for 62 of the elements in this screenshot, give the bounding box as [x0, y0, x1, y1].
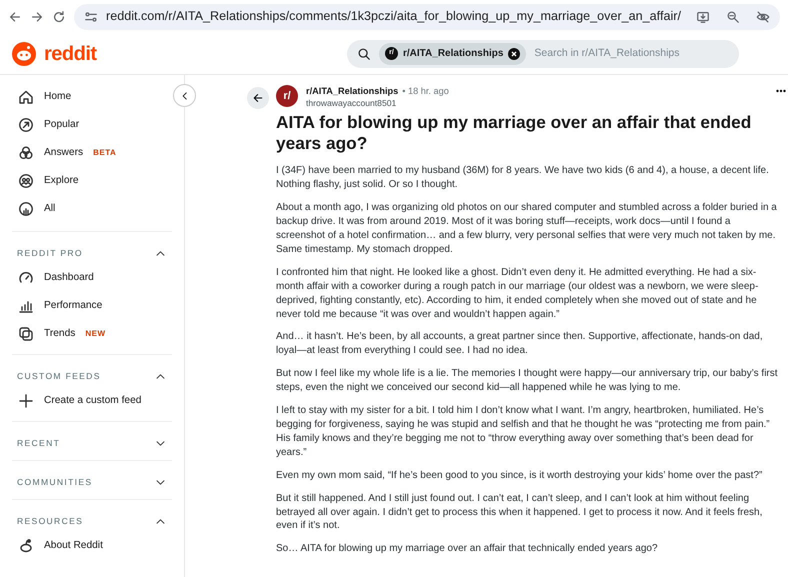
community-avatar[interactable]: r/ [276, 85, 298, 108]
item-label: Answers [44, 146, 84, 160]
chip-label: r/AITA_Relationships [403, 47, 504, 61]
item-label: Trends [44, 327, 76, 342]
sidebar-item[interactable]: Create a custom feed [12, 387, 172, 415]
post-paragraph: I left to stay with my sister for a bit. I told him I don’t know what I want. I’m angry, heartbroken, humiliated. He’s begging for forgiveness, saying he was stupid and selfish and that he thought he was “protecting me from pain.” His family knows and they’re begging me not to “throw everything away over something that’s been dead for years.” [276, 404, 771, 460]
back-icon[interactable] [8, 10, 22, 24]
sidebar-item[interactable]: Home [12, 83, 172, 111]
sidebar-item[interactable]: Explore [12, 167, 172, 195]
post-paragraph: And… it hasn’t. He’s been, by all accounts, a great partner since then. Supportive, affectionate, hands-on dad, loyal—at least from everything I could see. I had no idea. [276, 330, 764, 358]
post-paragraph: About a month ago, I was organizing old photos on our shared computer and stumbled across a folder buried in a backup drive. It was from around 2019. Most of it was boring stuff—receipts, work docs—until I found a screenshot of a hotel confirmation… and a few blurry, very personal selfies that were very much not taken by me. Same timestamp. My stomach dropped. [276, 201, 778, 257]
stacked-squares-icon [18, 326, 34, 342]
item-label: Performance [44, 299, 102, 314]
item-label: Dashboard [44, 271, 94, 286]
back-button[interactable] [247, 87, 269, 109]
plus-icon [18, 393, 34, 409]
sidebar-item[interactable]: Performance [12, 292, 172, 320]
install-icon[interactable] [696, 10, 710, 24]
back-arrow-icon [252, 92, 264, 104]
chart-circle-icon [18, 201, 34, 217]
people-circle-icon [18, 173, 34, 189]
item-tag-label: BETA [93, 147, 116, 159]
sidebar-item[interactable]: All [12, 195, 172, 223]
zoom-icon[interactable] [726, 10, 740, 24]
post-title: AITA for blowing up my marriage over an affair that ended years ago? [276, 112, 752, 154]
post-paragraph: So… AITA for blowing up my marriage over an affair that technically ended years ago? [276, 542, 659, 556]
arrow-circle-icon [18, 117, 34, 133]
eye-slash-icon[interactable] [756, 10, 770, 24]
item-label: Explore [44, 174, 79, 188]
sidebar-item[interactable]: About Reddit [12, 532, 172, 560]
home-icon [18, 89, 34, 105]
post-paragraph: I (34F) have been married to my husband (36M) for 8 years. We have two kids (6 and 4), a house, a decent life. Nothing flashy, just solid. Or so I thought. [276, 164, 770, 192]
post-time: • 18 hr. ago [402, 85, 449, 98]
item-label: Create a custom feed [44, 394, 142, 408]
reload-icon[interactable] [52, 10, 66, 24]
forward-icon[interactable] [30, 10, 44, 24]
reddit-logo-icon[interactable] [12, 42, 36, 66]
item-label: Popular [44, 118, 80, 132]
sidebar-item[interactable]: Dashboard [12, 264, 172, 292]
post-paragraph: Even my own mom said, “If he’s been good to you since, is it worth destroying your kids’ home over the past?” [276, 468, 764, 483]
section-title: RECENT [17, 436, 60, 450]
author-name[interactable]: throwawayaccount8501 [306, 98, 449, 108]
post-paragraph: I confronted him that night. He looked like a ghost. Didn’t even deny it. He admitted everything. He had a six-month affair with a coworker during a rough patch in our marriage (our oldest was a newborn, we were sleep-deprived, fighting constantly, etc). According to him, it ended completely when she moved out of state and he never told me because “it was over and wouldn’t happen again.” [276, 266, 760, 322]
sidebar-item[interactable]: Popular [12, 111, 172, 139]
section-title: CUSTOM FEEDS [17, 370, 101, 382]
section-title: COMMUNITIES [17, 476, 92, 488]
post-paragraph: But now I feel like my whole life is a lie. The memories I thought were happy—our anniversary trip, our baby’s first steps, even the night we conceived our second kid—all happened while he was lying to me. [276, 367, 778, 396]
site-settings-icon[interactable] [84, 10, 98, 24]
search-icon [357, 46, 371, 60]
item-label: Home [44, 90, 72, 104]
post-paragraph: But it still happened. And I still just found out. I can’t eat, I can’t sleep, and I can’t look at him without feeling betrayed all over again. I didn’t get to process this when it happened. I get to process it now. And it feels fresh, even if it’s not. [276, 492, 764, 534]
item-tag-label: NEW [85, 328, 106, 340]
sidebar-item[interactable]: Answers BETA [12, 139, 172, 167]
section-title: REDDIT PRO [17, 246, 83, 260]
subreddit-link[interactable]: r/AITA_Relationships [306, 85, 398, 99]
sidebar-item[interactable]: Trends NEW [12, 320, 172, 348]
close-icon[interactable] [508, 48, 520, 60]
more-options-icon[interactable] [776, 89, 786, 93]
item-label: About Reddit [44, 539, 103, 554]
item-label: All [44, 202, 56, 216]
section-title: RESOURCES [17, 514, 84, 528]
circles-icon [18, 145, 34, 161]
